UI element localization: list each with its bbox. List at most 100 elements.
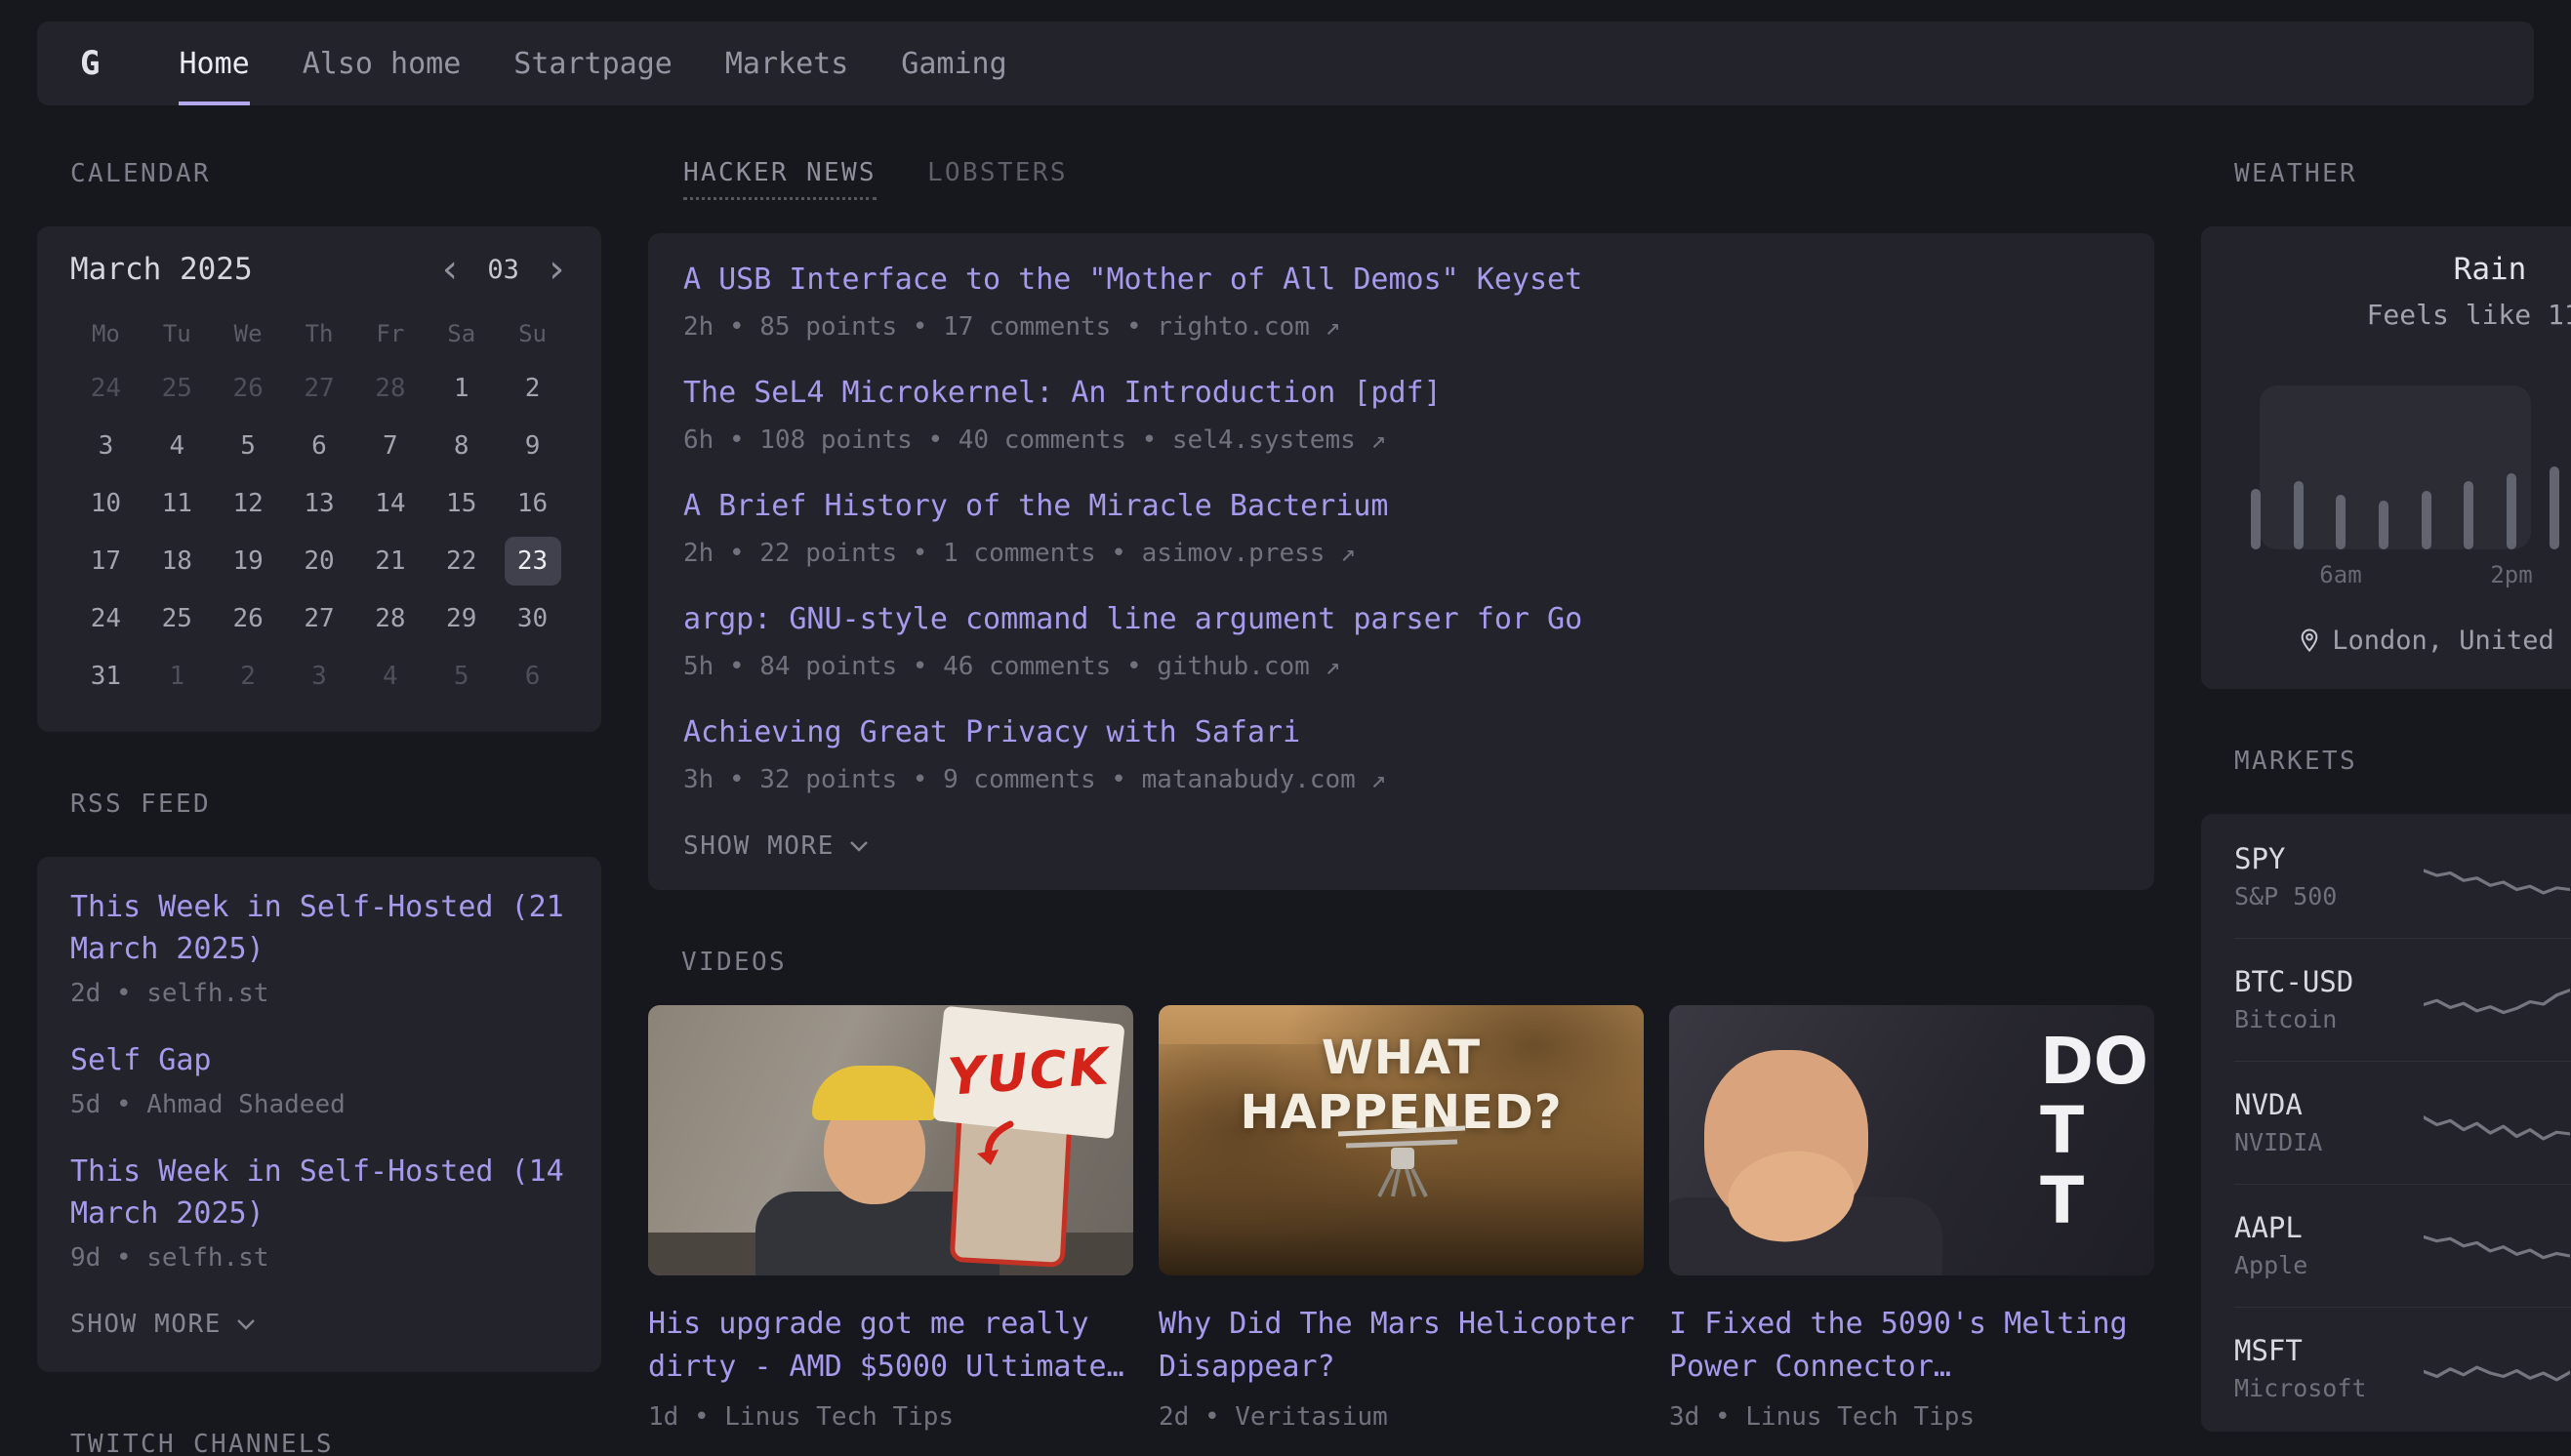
market-symbol[interactable]: AAPL: [2234, 1211, 2424, 1244]
weather-bar: [2336, 495, 2346, 549]
hacker-news-widget: HACKER NEWS LOBSTERS A USB Interface to …: [648, 158, 2154, 890]
video-thumbnail[interactable]: YUCK: [648, 1005, 1133, 1275]
market-row-spy[interactable]: SPY S&P 500 -0.27% $563.98: [2234, 816, 2571, 938]
weather-section-label: WEATHER: [2234, 158, 2571, 189]
weekday-label: Su: [497, 320, 568, 347]
middle-column: HACKER NEWS LOBSTERS A USB Interface to …: [648, 158, 2154, 1456]
news-item-title[interactable]: A Brief History of the Miracle Bacterium: [683, 487, 2119, 526]
calendar-day: 17: [70, 532, 142, 589]
market-name: Microsoft: [2234, 1374, 2424, 1403]
market-row-msft[interactable]: MSFT Microsoft +1.14% $391.26: [2234, 1307, 2571, 1430]
hn-show-more-button[interactable]: SHOW MORE: [683, 831, 2119, 861]
news-item-meta[interactable]: 5h • 84 points • 46 comments • github.co…: [683, 652, 2119, 681]
calendar-day: 26: [213, 589, 284, 647]
news-item-title[interactable]: argp: GNU-style command line argument pa…: [683, 600, 2119, 639]
nav-tab-markets[interactable]: Markets: [725, 21, 848, 105]
calendar-grid: 2425262728123456789101112131415161718192…: [70, 359, 568, 705]
calendar-widget: CALENDAR March 2025 ‹ 03 › Mo Tu We Th F…: [37, 158, 601, 732]
calendar-month-number: 03: [487, 255, 519, 285]
calendar-section-label: CALENDAR: [70, 158, 601, 189]
calendar-day: 6: [284, 417, 355, 474]
market-sparkline: [2424, 852, 2570, 903]
rss-show-more-button[interactable]: SHOW MORE: [70, 1310, 568, 1339]
feed-item-title[interactable]: Self Gap: [70, 1039, 568, 1081]
calendar-day: 12: [213, 474, 284, 532]
feed-item-meta: 2d • selfh.st: [70, 979, 568, 1008]
markets-section-label: MARKETS: [2234, 746, 2571, 777]
video-title[interactable]: His upgrade got me really dirty - AMD $5…: [648, 1303, 1133, 1389]
news-item-meta[interactable]: 2h • 22 points • 1 comments • asimov.pre…: [683, 539, 2119, 568]
calendar-month-title: March 2025: [70, 252, 253, 287]
calendar-day: 24: [70, 589, 142, 647]
calendar-next-button[interactable]: ›: [545, 255, 568, 284]
video-title[interactable]: Why Did The Mars Helicopter Disappear?: [1159, 1303, 1644, 1389]
right-column: WEATHER Rain Feels like 11°C 12° 6am2pm1…: [2201, 158, 2571, 1456]
news-item: The SeL4 Microkernel: An Introduction [p…: [683, 374, 2119, 455]
weather-time-label: 6am: [2319, 561, 2361, 588]
calendar-day: 18: [142, 532, 213, 589]
news-item-meta[interactable]: 6h • 108 points • 40 comments • sel4.sys…: [683, 425, 2119, 455]
tab-lobsters[interactable]: LOBSTERS: [927, 158, 1068, 187]
tab-hacker-news[interactable]: HACKER NEWS: [683, 158, 877, 200]
market-row-aapl[interactable]: AAPL Apple +1.95% $218.27: [2234, 1184, 2571, 1307]
feed-item-meta: 9d • selfh.st: [70, 1243, 568, 1273]
video-thumbnail[interactable]: DO T T: [1669, 1005, 2154, 1275]
videos-section-label: VIDEOS: [681, 947, 2154, 978]
video-title[interactable]: I Fixed the 5090's Melting Power Connect…: [1669, 1303, 2154, 1389]
calendar-prev-button[interactable]: ‹: [438, 255, 462, 284]
nav-tab-gaming[interactable]: Gaming: [901, 21, 1006, 105]
market-symbol[interactable]: BTC-USD: [2234, 965, 2424, 998]
feed-item: This Week in Self-Hosted (14 March 2025)…: [70, 1151, 568, 1273]
feed-item-title[interactable]: This Week in Self-Hosted (14 March 2025): [70, 1151, 568, 1234]
video-thumbnail[interactable]: WHAT HAPPENED?: [1159, 1005, 1644, 1275]
weather-bar: [2294, 481, 2304, 549]
calendar-day: 11: [142, 474, 213, 532]
market-symbol[interactable]: SPY: [2234, 842, 2424, 875]
weather-chart: 12°: [2234, 382, 2571, 549]
calendar-day: 3: [284, 647, 355, 705]
nav-tab-also-home[interactable]: Also home: [303, 21, 462, 105]
calendar-day: 2: [213, 647, 284, 705]
feed-item-title[interactable]: This Week in Self-Hosted (21 March 2025): [70, 886, 568, 970]
calendar-day: 6: [497, 647, 568, 705]
weather-bar: [2251, 489, 2261, 549]
news-item: argp: GNU-style command line argument pa…: [683, 600, 2119, 681]
market-name: NVIDIA: [2234, 1128, 2424, 1157]
market-symbol[interactable]: MSFT: [2234, 1334, 2424, 1367]
rss-card: This Week in Self-Hosted (21 March 2025)…: [37, 857, 601, 1372]
market-sparkline: [2424, 1098, 2570, 1149]
video-meta: 3d • Linus Tech Tips: [1669, 1402, 2154, 1432]
show-more-label: SHOW MORE: [683, 831, 835, 861]
red-arrow-icon: [967, 1120, 1018, 1173]
calendar-day: 29: [426, 589, 497, 647]
app-logo[interactable]: G: [37, 21, 152, 105]
market-info: NVDA NVIDIA: [2234, 1088, 2424, 1157]
news-item-meta[interactable]: 2h • 85 points • 17 comments • righto.co…: [683, 312, 2119, 342]
weather-bar: [2464, 481, 2473, 549]
markets-widget: MARKETS SPY S&P 500 -0.27% $563.98: [2201, 746, 2571, 1432]
calendar-day: 27: [284, 589, 355, 647]
videos-carousel: YUCK His upgrade got me really dirty - A…: [648, 1005, 2154, 1432]
market-row-nvda[interactable]: NVDA NVIDIA -0.70% $117.70: [2234, 1061, 2571, 1184]
weekday-label: Th: [284, 320, 355, 347]
news-item-title[interactable]: Achieving Great Privacy with Safari: [683, 713, 2119, 752]
market-name: Apple: [2234, 1251, 2424, 1280]
weekday-label: Tu: [142, 320, 213, 347]
calendar-day: 10: [70, 474, 142, 532]
news-item-title[interactable]: A USB Interface to the "Mother of All De…: [683, 261, 2119, 300]
thumbnail-overlay-text: YUCK: [946, 1037, 1112, 1107]
calendar-day: 15: [426, 474, 497, 532]
market-symbol[interactable]: NVDA: [2234, 1088, 2424, 1121]
nav-tab-home[interactable]: Home: [179, 21, 249, 105]
video-card: YUCK His upgrade got me really dirty - A…: [648, 1005, 1133, 1432]
left-column: CALENDAR March 2025 ‹ 03 › Mo Tu We Th F…: [37, 158, 601, 1456]
nav-tab-startpage[interactable]: Startpage: [513, 21, 673, 105]
market-row-btc-usd[interactable]: BTC-USD Bitcoin +1.39% $84,999.29: [2234, 938, 2571, 1061]
news-item-title[interactable]: The SeL4 Microkernel: An Introduction [p…: [683, 374, 2119, 413]
video-card: DO T T I Fixed the 5090's Melting Power …: [1669, 1005, 2154, 1432]
weather-bar: [2550, 466, 2559, 549]
show-more-label: SHOW MORE: [70, 1310, 222, 1339]
market-sparkline: [2424, 1344, 2570, 1395]
news-item-meta[interactable]: 3h • 32 points • 9 comments • matanabudy…: [683, 765, 2119, 794]
markets-card: SPY S&P 500 -0.27% $563.98 BTC-USD Bitco…: [2201, 814, 2571, 1432]
